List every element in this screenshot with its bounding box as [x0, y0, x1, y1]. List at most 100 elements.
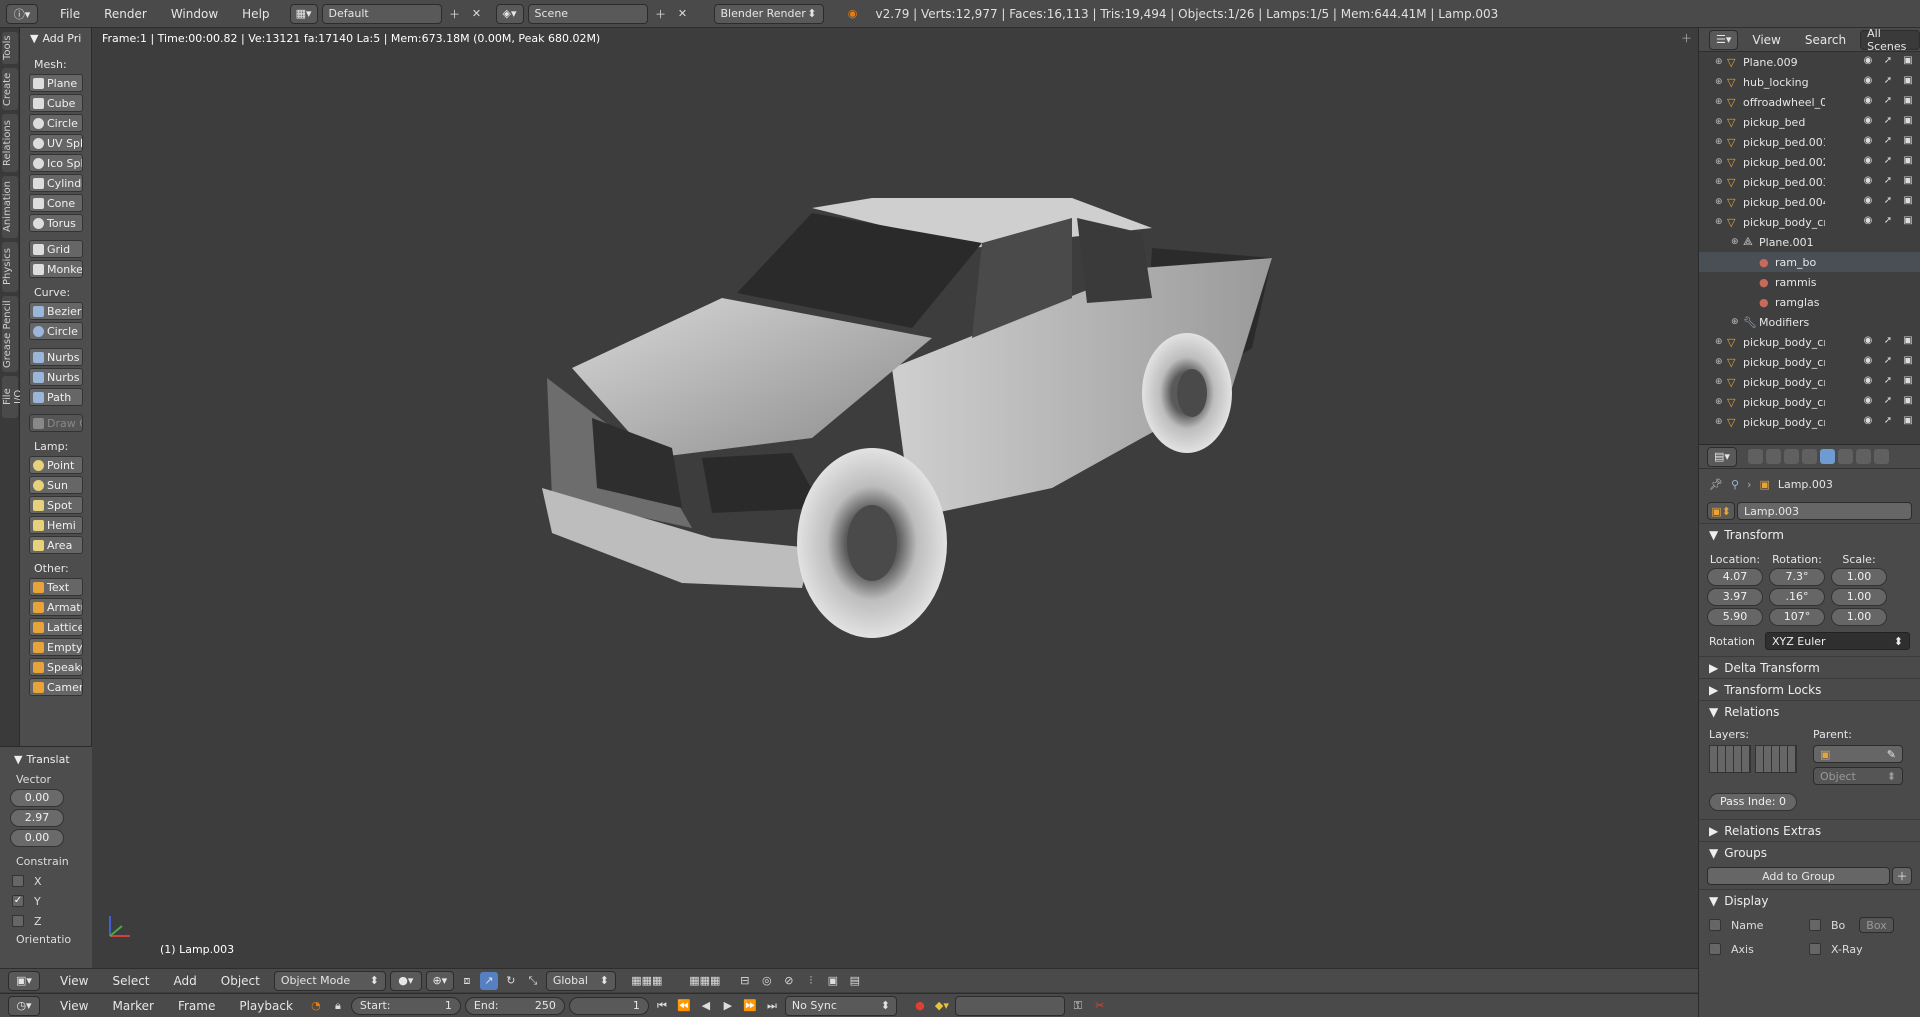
- display-panel-header[interactable]: ▼ Display: [1699, 889, 1920, 911]
- outliner-editor-type-button[interactable]: ☰▾: [1709, 29, 1739, 50]
- expand-icon[interactable]: ⊕: [1715, 377, 1727, 387]
- add-uv-sphere-button[interactable]: UV Sph: [29, 134, 83, 152]
- add-sun-lamp-button[interactable]: Sun: [29, 476, 83, 494]
- constraints-tab-icon[interactable]: [1838, 449, 1853, 464]
- camera-render-icon[interactable]: ▣: [1902, 395, 1914, 407]
- outliner-row[interactable]: ● ramglas: [1699, 292, 1920, 312]
- rotate-manipulator-icon[interactable]: ↻: [502, 972, 520, 990]
- groups-panel-header[interactable]: ▼ Groups: [1699, 841, 1920, 863]
- start-frame-field[interactable]: Start: 1: [350, 996, 461, 1015]
- cursor-icon[interactable]: ➚: [1882, 335, 1894, 347]
- timeline-menu-frame[interactable]: Frame: [168, 999, 225, 1013]
- expand-icon[interactable]: ⊕: [1715, 117, 1727, 127]
- scale-z-field[interactable]: 1.00: [1831, 608, 1887, 626]
- timeline-menu-marker[interactable]: Marker: [102, 999, 163, 1013]
- snap-icon[interactable]: ⊘: [780, 972, 798, 990]
- layers-grid-icon[interactable]: ▦▦▦: [620, 972, 674, 990]
- cursor-icon[interactable]: ➚: [1882, 175, 1894, 187]
- render-tab-icon[interactable]: [1748, 449, 1763, 464]
- outliner-row[interactable]: ⊕ ▽ pickup_bed.004 ◉ ➚ ▣: [1699, 192, 1920, 212]
- render-engine-select[interactable]: Blender Render ⬍: [713, 3, 824, 24]
- pin-icon[interactable]: 📌︎: [1709, 478, 1723, 491]
- vector-z-field[interactable]: 0.00: [10, 829, 64, 847]
- proportional-edit-icon[interactable]: ◎: [758, 972, 776, 990]
- location-y-field[interactable]: 3.97: [1707, 588, 1763, 606]
- cursor-icon[interactable]: ➚: [1882, 215, 1894, 227]
- menu-file[interactable]: File: [50, 7, 90, 21]
- cursor-icon[interactable]: ➚: [1882, 55, 1894, 67]
- camera-render-icon[interactable]: ▣: [1902, 55, 1914, 67]
- eyedropper-icon[interactable]: ✎: [1887, 748, 1896, 761]
- add-area-lamp-button[interactable]: Area: [29, 536, 83, 554]
- camera-render-icon[interactable]: ▣: [1902, 95, 1914, 107]
- rotation-mode-select[interactable]: XYZ Euler ⬍: [1765, 632, 1910, 650]
- outliner-display-mode[interactable]: All Scenes: [1860, 28, 1920, 53]
- layer-block-1[interactable]: [1709, 745, 1751, 773]
- expand-icon[interactable]: ⊕: [1731, 317, 1743, 327]
- opengl-render-icon[interactable]: ▣: [824, 972, 842, 990]
- add-lattice-button[interactable]: Lattice: [29, 618, 83, 636]
- cursor-icon[interactable]: ➚: [1882, 355, 1894, 367]
- outliner-row[interactable]: ● rammis: [1699, 272, 1920, 292]
- parent-type-select[interactable]: Object ⬍: [1813, 767, 1903, 785]
- menu-render[interactable]: Render: [94, 7, 157, 21]
- translate-manipulator-icon[interactable]: ↗: [479, 971, 498, 990]
- menu-help[interactable]: Help: [232, 7, 279, 21]
- insert-keyframe-icon[interactable]: ⚿: [1069, 997, 1087, 1015]
- outliner-row[interactable]: ⊕▽ pickup_body_cre ◉ ➚ ▣: [1699, 392, 1920, 412]
- constrain-y-checkbox[interactable]: ✓ Y: [0, 891, 92, 911]
- transform-orientation-select[interactable]: Global ⬍: [545, 970, 616, 991]
- next-keyframe-icon[interactable]: ⏩: [741, 997, 759, 1015]
- tab-physics[interactable]: Physics: [2, 242, 18, 292]
- remove-scene-icon[interactable]: ✕: [674, 5, 692, 23]
- jump-start-icon[interactable]: ⏮: [653, 997, 671, 1015]
- scale-manipulator-icon[interactable]: ⤡: [524, 972, 542, 990]
- outliner-row[interactable]: ⊕▽ pickup_body_cre ◉ ➚ ▣: [1699, 412, 1920, 432]
- lock-layer-icon[interactable]: ⊟: [736, 972, 754, 990]
- add-grid-button[interactable]: Grid: [29, 240, 83, 258]
- texture-tab-icon[interactable]: [1874, 449, 1889, 464]
- add-scene-icon[interactable]: ＋: [652, 5, 670, 23]
- 3d-viewport[interactable]: Frame:1 | Time:00:00.82 | Ve:13121 fa:17…: [92, 28, 1698, 968]
- camera-render-icon[interactable]: ▣: [1902, 335, 1914, 347]
- add-speaker-button[interactable]: Speake: [29, 658, 83, 676]
- sync-mode-select[interactable]: No Sync ⬍: [784, 995, 897, 1016]
- add-primitive-header[interactable]: ▼ Add Pri: [20, 28, 91, 48]
- viewport-menu-view[interactable]: View: [50, 974, 98, 988]
- object-browse-button[interactable]: ▣⬍: [1707, 502, 1735, 520]
- world-tab-icon[interactable]: [1802, 449, 1817, 464]
- add-layout-icon[interactable]: ＋: [446, 5, 464, 23]
- cursor-icon[interactable]: ➚: [1882, 375, 1894, 387]
- scale-x-field[interactable]: 1.00: [1831, 568, 1887, 586]
- viewport-menu-add[interactable]: Add: [164, 974, 207, 988]
- expand-icon[interactable]: ⊕: [1715, 97, 1727, 107]
- add-hemi-lamp-button[interactable]: Hemi: [29, 516, 83, 534]
- constrain-x-checkbox[interactable]: X: [0, 871, 92, 891]
- cursor-icon[interactable]: ➚: [1882, 395, 1894, 407]
- outliner-row[interactable]: ⊕▽ pickup_body_cre ◉ ➚ ▣: [1699, 332, 1920, 352]
- cursor-icon[interactable]: ➚: [1882, 155, 1894, 167]
- outliner-row[interactable]: ⊕▽ pickup_body_cre ◉ ➚ ▣: [1699, 372, 1920, 392]
- add-nurbs-curve-button[interactable]: Nurbs: [29, 348, 83, 366]
- outliner-row[interactable]: ⊕▽ pickup_body_cre ◉ ➚ ▣: [1699, 352, 1920, 372]
- pickup-truck-model[interactable]: [512, 188, 1312, 668]
- outliner-row[interactable]: ● ram_bo: [1699, 252, 1920, 272]
- draw-curve-button[interactable]: Draw C: [29, 414, 83, 432]
- expand-icon[interactable]: ⊕: [1715, 157, 1727, 167]
- add-path-button[interactable]: Path: [29, 388, 83, 406]
- opengl-anim-icon[interactable]: ▤: [846, 972, 864, 990]
- scene-field[interactable]: Scene: [527, 3, 648, 24]
- viewport-menu-object[interactable]: Object: [211, 974, 270, 988]
- cursor-icon[interactable]: ➚: [1882, 115, 1894, 127]
- outliner-row[interactable]: ⊕ ▽ hub_locking ◉ ➚ ▣: [1699, 72, 1920, 92]
- tab-tools[interactable]: Tools: [2, 32, 18, 64]
- layers-grid-2-icon[interactable]: ▦▦▦: [678, 972, 732, 990]
- display-bounds-checkbox[interactable]: Bo Box: [1809, 915, 1909, 935]
- outliner-row[interactable]: ⊕▽ pickup_body_cre ◉ ➚ ▣: [1699, 212, 1920, 232]
- camera-render-icon[interactable]: ▣: [1902, 415, 1914, 427]
- keying-set-field[interactable]: [954, 995, 1065, 1016]
- jump-end-icon[interactable]: ⏭: [763, 997, 781, 1015]
- screen-layout-icon[interactable]: ▦▾: [289, 3, 318, 24]
- rotation-x-field[interactable]: 7.3°: [1769, 568, 1825, 586]
- eye-icon[interactable]: ◉: [1862, 175, 1874, 187]
